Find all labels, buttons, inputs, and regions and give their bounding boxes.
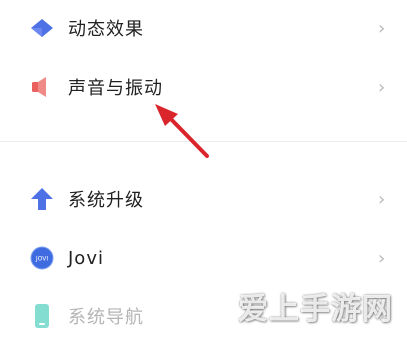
settings-item-jovi[interactable]: JOVI Jovi ›: [0, 230, 407, 286]
speaker-icon: [30, 75, 54, 99]
settings-item-label: Jovi: [68, 247, 104, 269]
phone-icon: [30, 304, 54, 328]
jovi-icon-text: JOVI: [35, 256, 48, 263]
watermark: 爱上手游网: [238, 292, 393, 327]
chevron-right-icon: ›: [378, 188, 386, 210]
up-arrow-icon: [30, 187, 54, 211]
settings-item-label: 动态效果: [68, 19, 144, 40]
chevron-right-icon: ›: [378, 17, 386, 39]
jovi-icon: JOVI: [30, 246, 54, 270]
settings-item-label: 系统导航: [68, 307, 144, 328]
diamond-icon: [30, 16, 54, 40]
settings-item-label: 系统升级: [68, 190, 144, 211]
settings-item-system-update[interactable]: 系统升级 ›: [0, 171, 407, 227]
settings-item-label: 声音与振动: [68, 78, 163, 99]
chevron-right-icon: ›: [378, 76, 386, 98]
chevron-right-icon: ›: [378, 247, 386, 269]
section-divider: [0, 141, 407, 142]
settings-item-sound-vibration[interactable]: 声音与振动 ›: [0, 59, 407, 115]
settings-item-motion-effects[interactable]: 动态效果 ›: [0, 0, 407, 56]
